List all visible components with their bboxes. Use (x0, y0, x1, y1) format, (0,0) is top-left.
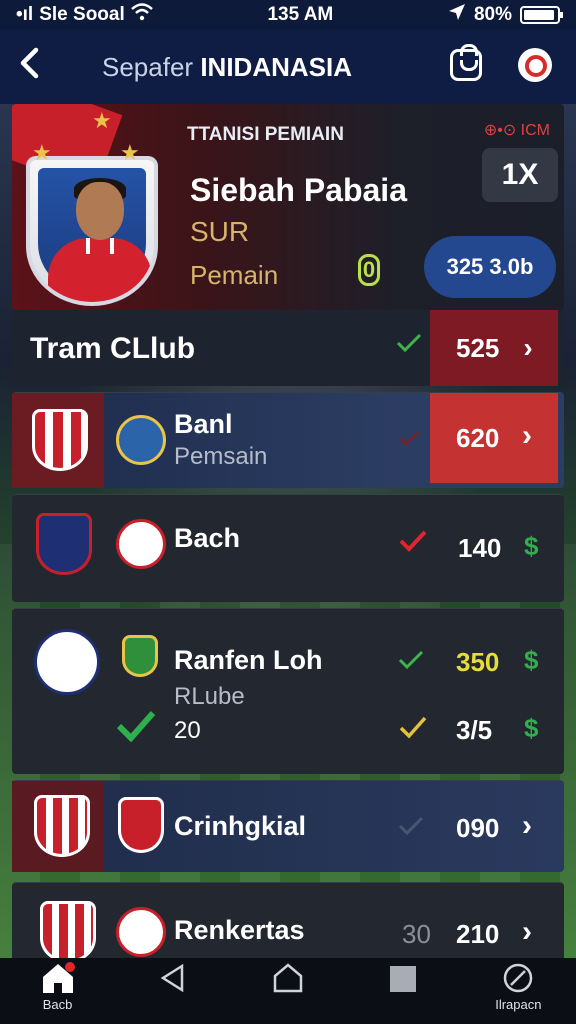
chevron-right-icon: › (522, 419, 532, 452)
team-title: Tram CLlub (30, 332, 196, 365)
player-portrait (26, 156, 158, 306)
check-icon (398, 816, 424, 836)
chevron-right-icon[interactable]: › (522, 915, 532, 949)
list-item[interactable]: Ranfen Loh RLube 350 $ 20 3/5 $ (12, 608, 564, 774)
list-item[interactable]: Bach 140 $ (12, 494, 564, 602)
house-outline-icon (273, 963, 303, 993)
club-logo-cell (12, 393, 104, 488)
team-club-row[interactable]: Tram CLlub 525 › (12, 310, 564, 386)
back-triangle-icon (160, 963, 184, 993)
title-prefix: Sepafer (102, 51, 194, 82)
chevron-right-icon: › (523, 332, 533, 363)
section-label: TTANISI PEMIAIN (187, 124, 344, 145)
row-value: 350 (456, 647, 500, 677)
nav-back[interactable] (133, 961, 213, 1023)
league-badge-icon (116, 907, 166, 957)
location-arrow-icon (448, 3, 466, 27)
nav-recents[interactable] (363, 961, 443, 1023)
league-badge-icon (122, 635, 158, 677)
row-secondary-value: 3/5 (456, 715, 493, 745)
club-logo-cell (12, 781, 104, 872)
club-crest-icon (34, 629, 100, 695)
nav-last[interactable]: Ilrapacn (478, 961, 558, 1023)
team-value: 525 (456, 332, 500, 363)
row-title: Banl (174, 409, 233, 439)
nav-home-label: Bacb (42, 997, 73, 1012)
star-icon: ★ (32, 140, 52, 165)
row-extra: 30 (402, 919, 431, 949)
row-value: 620 (456, 423, 500, 453)
nav-home-button[interactable] (248, 961, 328, 1023)
transfer-panel: TTANISI PEMIAIN ⊕•⊙ ICM ★ ★ ★ Siebah Pab… (12, 104, 564, 964)
club-crest-icon (34, 795, 90, 857)
value-box[interactable]: 620 › (430, 393, 558, 483)
player-club: SUR (190, 216, 250, 247)
player-card[interactable]: TTANISI PEMIAIN ⊕•⊙ ICM ★ ★ ★ Siebah Pab… (12, 104, 564, 310)
row-value: 210 (456, 919, 500, 949)
back-button[interactable] (18, 46, 58, 88)
check-icon (396, 333, 422, 353)
row-title: Renkertas (174, 915, 305, 945)
battery-icon (519, 6, 563, 24)
dollar-icon: $ (524, 713, 539, 743)
status-bar: •ıl Sle Sooal 135 AM 80% (0, 0, 576, 30)
star-icon: ★ (92, 108, 112, 133)
indicator-badge: 0 (358, 254, 380, 286)
check-icon (116, 711, 156, 743)
compass-icon (504, 963, 533, 993)
club-crest-icon (36, 513, 92, 575)
check-icon (399, 716, 427, 739)
club-crest-icon (32, 409, 88, 471)
list-item[interactable]: Banl Pemsain 620 › (12, 392, 564, 488)
check-icon (398, 650, 424, 670)
wifi-icon (130, 3, 153, 27)
brand-logo: ⊕•⊙ ICM (483, 122, 550, 139)
player-role: Pemain (190, 260, 279, 290)
player-name: Siebah Pabaia (190, 172, 407, 208)
team-value-box[interactable]: 525 › (430, 310, 558, 386)
row-value: 140 (458, 533, 502, 563)
list-item[interactable]: Renkertas 30 210 › (12, 882, 564, 964)
battery-percent: 80% (473, 4, 512, 25)
square-icon (390, 966, 417, 992)
clock: 135 AM (267, 4, 334, 25)
row-subtitle: RLube (174, 683, 245, 710)
player-value-button[interactable]: 325 3.0b (424, 236, 556, 298)
row-title: Crinhgkial (174, 811, 307, 841)
dollar-icon: $ (524, 531, 539, 561)
row-title: Bach (174, 523, 241, 553)
bottom-nav: Bacb Ilrapacn (0, 958, 576, 1024)
carrier-name: Sle Sooal (39, 4, 125, 25)
app-header: Sepafer INIDANASIA (0, 30, 576, 104)
check-icon (398, 430, 420, 447)
league-badge-icon (116, 519, 166, 569)
home-icon (42, 962, 75, 993)
signal-icon: •ıl (16, 4, 34, 25)
nav-home[interactable]: Bacb (18, 961, 98, 1023)
list-item[interactable]: Crinhgkial 090 › (12, 780, 564, 872)
check-icon (399, 530, 427, 552)
dollar-icon: $ (524, 645, 539, 675)
row-value: 090 (456, 813, 500, 843)
multiplier-badge[interactable]: 1X (482, 148, 558, 202)
league-badge-icon (116, 415, 166, 465)
row-secondary-count: 20 (174, 717, 201, 744)
title-main: INIDANASIA (200, 51, 352, 82)
star-icon: ★ (120, 140, 140, 165)
row-subtitle: Pemsain (174, 443, 268, 470)
club-crest-icon (40, 901, 96, 963)
page-title: Sepafer INIDANASIA (102, 52, 352, 83)
row-title: Ranfen Loh (174, 645, 323, 675)
profile-icon[interactable] (518, 48, 552, 82)
league-badge-icon (118, 797, 164, 853)
chevron-right-icon[interactable]: › (522, 809, 532, 843)
nav-last-label: Ilrapacn (495, 997, 542, 1012)
chevron-left-icon (20, 47, 39, 79)
shop-bag-icon[interactable] (450, 44, 482, 81)
